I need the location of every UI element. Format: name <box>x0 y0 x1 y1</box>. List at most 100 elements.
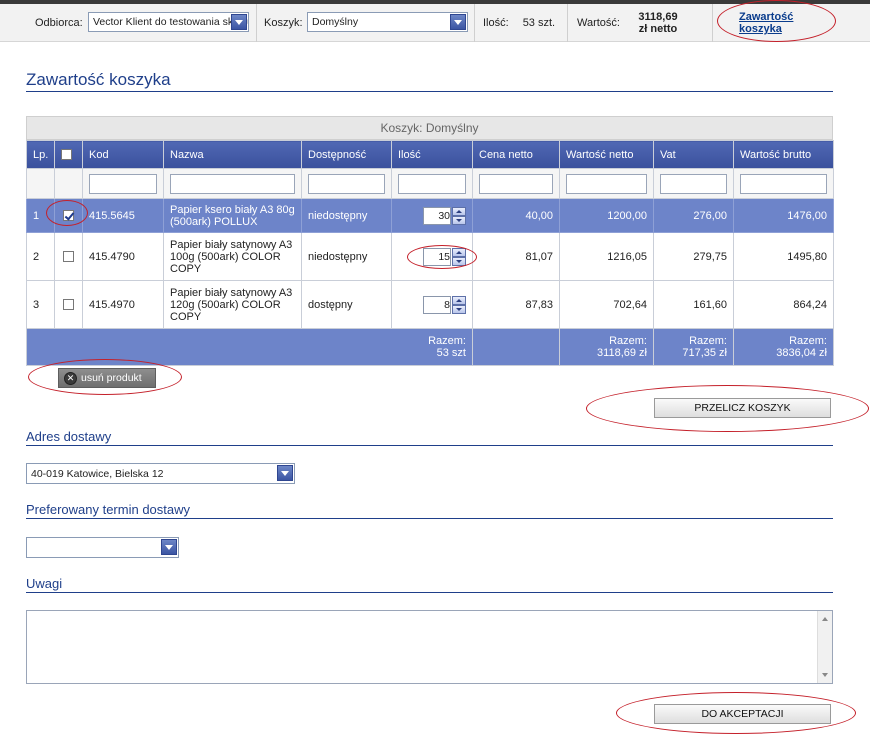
scroll-down-icon[interactable] <box>822 673 828 677</box>
column-header[interactable]: Wartość brutto <box>733 140 834 169</box>
recipient-select[interactable]: Vector Klient do testowania sklepu <box>88 12 249 32</box>
row-vat: 276,00 <box>653 198 734 233</box>
chevron-down-icon[interactable] <box>277 465 293 481</box>
cart-label: Koszyk: <box>264 17 303 29</box>
cart-link-line2[interactable]: koszyka <box>739 23 782 35</box>
select-all-checkbox[interactable] <box>61 149 72 161</box>
cart-select[interactable]: Domyślny <box>307 12 468 32</box>
column-header[interactable]: Dostępność <box>301 140 392 169</box>
totals-label: Razem: <box>789 335 827 347</box>
divider <box>567 4 568 42</box>
recalculate-cart-button[interactable]: PRZELICZ KOSZYK <box>654 398 831 418</box>
notes-textarea[interactable] <box>26 610 833 684</box>
filter-cell <box>301 168 392 199</box>
cart-link-line1[interactable]: Zawartość <box>739 11 793 23</box>
totals-qty: 53 szt <box>436 347 466 359</box>
column-header[interactable]: Nazwa <box>163 140 302 169</box>
filter-price-input[interactable] <box>479 173 553 194</box>
column-header[interactable]: Vat <box>653 140 734 169</box>
row-availability: dostępny <box>301 280 392 329</box>
cart-select-value: Domyślny <box>312 16 359 28</box>
delivery-term-heading: Preferowany termin dostawy <box>26 502 833 519</box>
notes-heading: Uwagi <box>26 576 833 593</box>
chevron-down-icon[interactable] <box>231 14 247 30</box>
filter-cell <box>472 168 560 199</box>
delivery-term-select[interactable] <box>26 537 179 558</box>
decrement-icon[interactable] <box>452 256 466 266</box>
delivery-address-heading: Adres dostawy <box>26 429 833 446</box>
row-checkbox[interactable] <box>63 210 74 222</box>
notes-scrollbar[interactable] <box>817 611 832 683</box>
qty-value: 53 szt. <box>522 17 556 29</box>
totals-net-cell: Razem: 3118,69 zł <box>559 328 654 366</box>
quantity-stepper[interactable]: 8 <box>423 295 466 314</box>
quantity-input[interactable]: 15 <box>423 247 451 266</box>
table-header-row: Lp. Kod Nazwa Dostępność Ilość Cena nett… <box>26 140 834 169</box>
filter-code-input[interactable] <box>89 173 157 194</box>
filter-availability-input[interactable] <box>308 173 385 194</box>
increment-icon[interactable] <box>452 247 466 257</box>
filter-vat-input[interactable] <box>660 173 727 194</box>
value-unit: zł netto <box>638 23 678 35</box>
cart-caption: Koszyk: Domyślny <box>26 116 833 140</box>
filter-name-input[interactable] <box>170 173 295 194</box>
value-group: Wartość: <box>577 4 620 42</box>
row-checkbox[interactable] <box>63 299 74 311</box>
row-name: Papier biały satynowy A3 120g (500ark) C… <box>163 280 302 329</box>
cart-summary-bar: Odbiorca: Vector Klient do testowania sk… <box>0 4 870 42</box>
row-checkbox[interactable] <box>63 251 74 263</box>
cart-table: Lp. Kod Nazwa Dostępność Ilość Cena nett… <box>26 140 834 366</box>
quantity-input[interactable]: 8 <box>423 295 451 314</box>
table-row[interactable]: 3 415.4970 Papier biały satynowy A3 120g… <box>26 280 834 329</box>
column-header[interactable]: Wartość netto <box>559 140 654 169</box>
filter-cell <box>559 168 654 199</box>
row-qty-cell: 15 <box>391 232 473 281</box>
row-name: Papier biały satynowy A3 100g (500ark) C… <box>163 232 302 281</box>
row-select-cell <box>54 198 83 233</box>
filter-net-input[interactable] <box>566 173 647 194</box>
increment-icon[interactable] <box>452 295 466 305</box>
row-code: 415.5645 <box>82 198 164 233</box>
value-amount-group: 3118,69 zł netto <box>628 4 688 42</box>
chevron-down-icon[interactable] <box>161 539 177 555</box>
scroll-up-icon[interactable] <box>822 617 828 621</box>
filter-gross-input[interactable] <box>740 173 827 194</box>
quantity-input[interactable]: 30 <box>423 206 451 225</box>
recipient-select-value: Vector Klient do testowania sklepu <box>93 16 249 28</box>
row-gross: 1476,00 <box>733 198 834 233</box>
decrement-icon[interactable] <box>452 304 466 314</box>
filter-qty-input[interactable] <box>398 173 466 194</box>
column-header-select-all[interactable] <box>54 140 83 169</box>
remove-product-label: usuń produkt <box>81 372 142 384</box>
column-header[interactable]: Ilość <box>391 140 473 169</box>
row-gross: 864,24 <box>733 280 834 329</box>
table-row[interactable]: 1 415.5645 Papier ksero biały A3 80g (50… <box>26 198 834 233</box>
cart-table-container: Koszyk: Domyślny Lp. Kod Nazwa Dostępnoś… <box>26 116 834 366</box>
row-price: 40,00 <box>472 198 560 233</box>
totals-net: 3118,69 zł <box>597 347 647 359</box>
decrement-icon[interactable] <box>452 215 466 225</box>
increment-icon[interactable] <box>452 206 466 216</box>
qty-group: Ilość: 53 szt. <box>483 4 555 42</box>
accept-button[interactable]: DO AKCEPTACJI <box>654 704 831 724</box>
page-title: Zawartość koszyka <box>26 70 833 92</box>
row-lp: 3 <box>26 280 55 329</box>
totals-gross: 3836,04 zł <box>776 347 827 359</box>
delivery-address-select[interactable]: 40-019 Katowice, Bielska 12 <box>26 463 295 484</box>
row-net: 1200,00 <box>559 198 654 233</box>
table-row[interactable]: 2 415.4790 Papier biały satynowy A3 100g… <box>26 232 834 281</box>
filter-cell <box>54 168 83 199</box>
quantity-stepper[interactable]: 15 <box>423 247 466 266</box>
column-header[interactable]: Lp. <box>26 140 55 169</box>
filter-row <box>26 168 834 199</box>
remove-product-button[interactable]: ✕ usuń produkt <box>58 368 156 388</box>
value-label: Wartość: <box>577 17 620 29</box>
row-net: 702,64 <box>559 280 654 329</box>
chevron-down-icon[interactable] <box>450 14 466 30</box>
row-qty-cell: 8 <box>391 280 473 329</box>
row-name: Papier ksero biały A3 80g (500ark) POLLU… <box>163 198 302 233</box>
column-header[interactable]: Cena netto <box>472 140 560 169</box>
cart-contents-link[interactable]: Zawartość koszyka <box>739 4 793 42</box>
column-header[interactable]: Kod <box>82 140 164 169</box>
quantity-stepper[interactable]: 30 <box>423 206 466 225</box>
